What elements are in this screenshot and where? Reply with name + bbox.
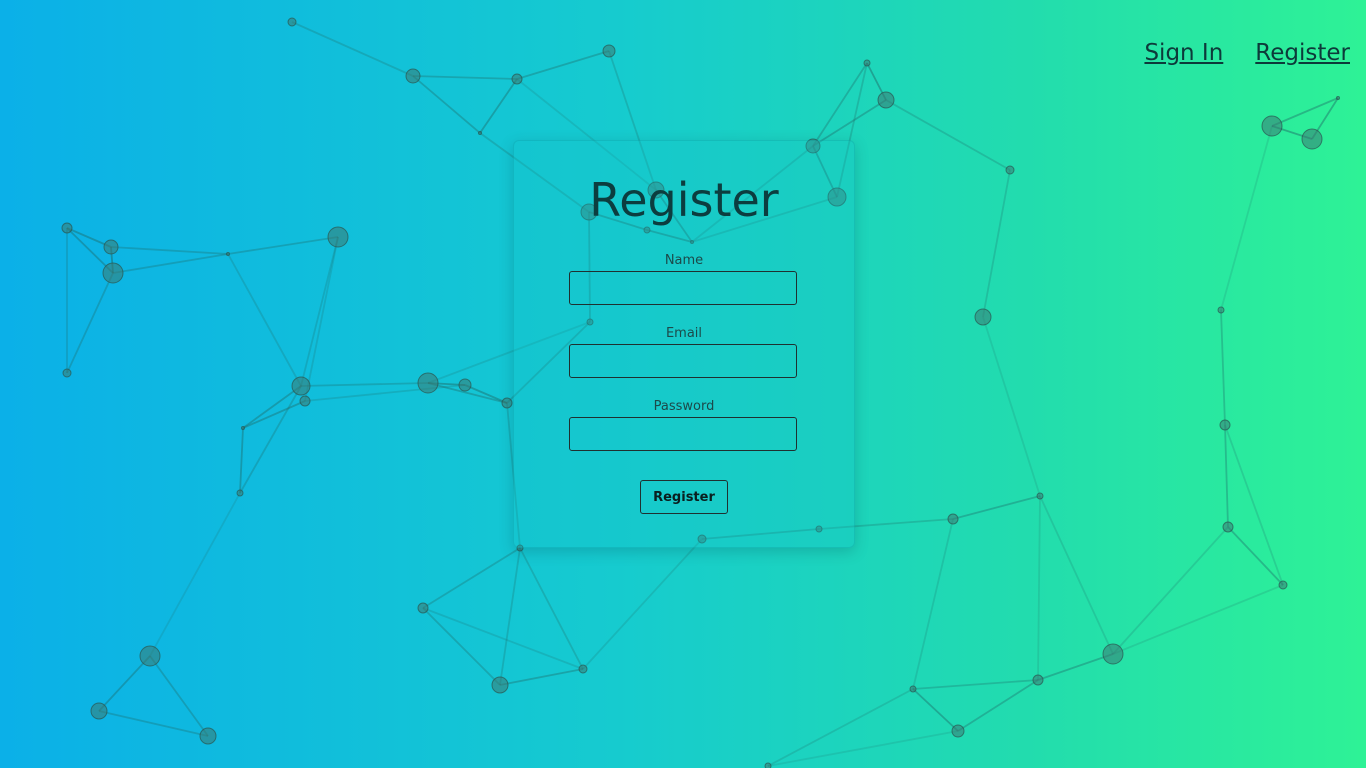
network-line — [66, 272, 114, 374]
network-line — [1039, 495, 1114, 655]
network-node — [405, 68, 421, 84]
network-node — [1222, 521, 1234, 533]
network-line — [291, 21, 414, 77]
network-node — [863, 59, 871, 67]
network-node — [974, 308, 992, 326]
network-node — [1219, 419, 1231, 431]
network-line — [412, 75, 518, 80]
network-node — [1336, 96, 1340, 100]
network-line — [98, 655, 151, 712]
top-nav: Sign In Register — [1144, 40, 1350, 66]
network-node — [1032, 674, 1044, 686]
email-field[interactable] — [569, 344, 797, 378]
network-line — [982, 316, 1041, 497]
network-line — [519, 547, 584, 670]
network-node — [90, 702, 108, 720]
network-line — [304, 384, 466, 402]
network-node — [327, 226, 349, 248]
network-node — [1036, 492, 1044, 500]
network-line — [952, 495, 1041, 520]
network-node — [1102, 643, 1124, 665]
network-node — [417, 372, 439, 394]
register-form: Register Name Email Password Register — [513, 140, 855, 548]
network-node — [1005, 165, 1015, 175]
network-node — [602, 44, 616, 58]
network-line — [516, 50, 610, 80]
network-line — [957, 679, 1039, 732]
network-node — [909, 685, 917, 693]
network-node — [61, 222, 73, 234]
network-line — [499, 668, 584, 686]
name-label: Name — [664, 253, 704, 268]
network-line — [422, 607, 501, 686]
network-line — [479, 78, 518, 134]
email-label: Email — [665, 326, 703, 341]
network-node — [1261, 115, 1283, 137]
network-line — [499, 547, 521, 686]
network-line — [304, 236, 339, 402]
network-node — [226, 252, 230, 256]
network-node — [511, 73, 523, 85]
network-node — [947, 513, 959, 525]
network-line — [227, 253, 302, 387]
network-node — [1301, 128, 1323, 150]
network-node — [103, 239, 119, 255]
network-node — [458, 378, 472, 392]
network-node — [299, 395, 311, 407]
network-line — [1037, 653, 1114, 681]
network-node — [578, 664, 588, 674]
network-line — [1112, 526, 1229, 655]
network-line — [239, 427, 244, 494]
network-node — [1278, 580, 1288, 590]
network-line — [239, 385, 302, 494]
name-field[interactable] — [569, 271, 797, 305]
password-label: Password — [653, 399, 715, 414]
network-line — [812, 62, 868, 147]
network-node — [291, 376, 311, 396]
network-line — [1220, 125, 1273, 311]
network-line — [1224, 424, 1229, 528]
network-line — [300, 236, 339, 387]
sign-in-link[interactable]: Sign In — [1144, 40, 1223, 66]
password-field[interactable] — [569, 417, 797, 451]
network-node — [951, 724, 965, 738]
register-link[interactable]: Register — [1255, 40, 1350, 66]
network-node — [236, 489, 244, 497]
network-line — [412, 75, 481, 134]
network-line — [1227, 526, 1284, 586]
network-node — [501, 397, 513, 409]
network-node — [764, 762, 772, 768]
network-line — [227, 236, 339, 255]
form-title: Register — [589, 173, 779, 227]
network-line — [912, 518, 954, 690]
network-line — [1224, 424, 1284, 586]
network-node — [1217, 306, 1225, 314]
network-line — [110, 246, 229, 255]
network-line — [885, 99, 1011, 171]
network-node — [417, 602, 429, 614]
network-line — [582, 538, 703, 670]
network-node — [287, 17, 297, 27]
network-line — [982, 169, 1011, 318]
network-node — [102, 262, 124, 284]
network-line — [1112, 584, 1284, 655]
network-node — [62, 368, 72, 378]
network-line — [149, 492, 241, 657]
network-node — [877, 91, 895, 109]
network-node — [139, 645, 161, 667]
network-line — [912, 688, 959, 732]
network-line — [912, 679, 1039, 690]
network-line — [112, 253, 229, 274]
network-line — [422, 547, 521, 609]
network-line — [767, 730, 959, 767]
network-line — [767, 688, 914, 767]
network-node — [199, 727, 217, 745]
network-node — [491, 676, 509, 694]
register-button[interactable]: Register — [640, 480, 728, 514]
network-line — [1037, 495, 1041, 681]
network-line — [300, 382, 429, 387]
network-line — [1220, 309, 1226, 426]
network-node — [478, 131, 482, 135]
network-node — [241, 426, 245, 430]
